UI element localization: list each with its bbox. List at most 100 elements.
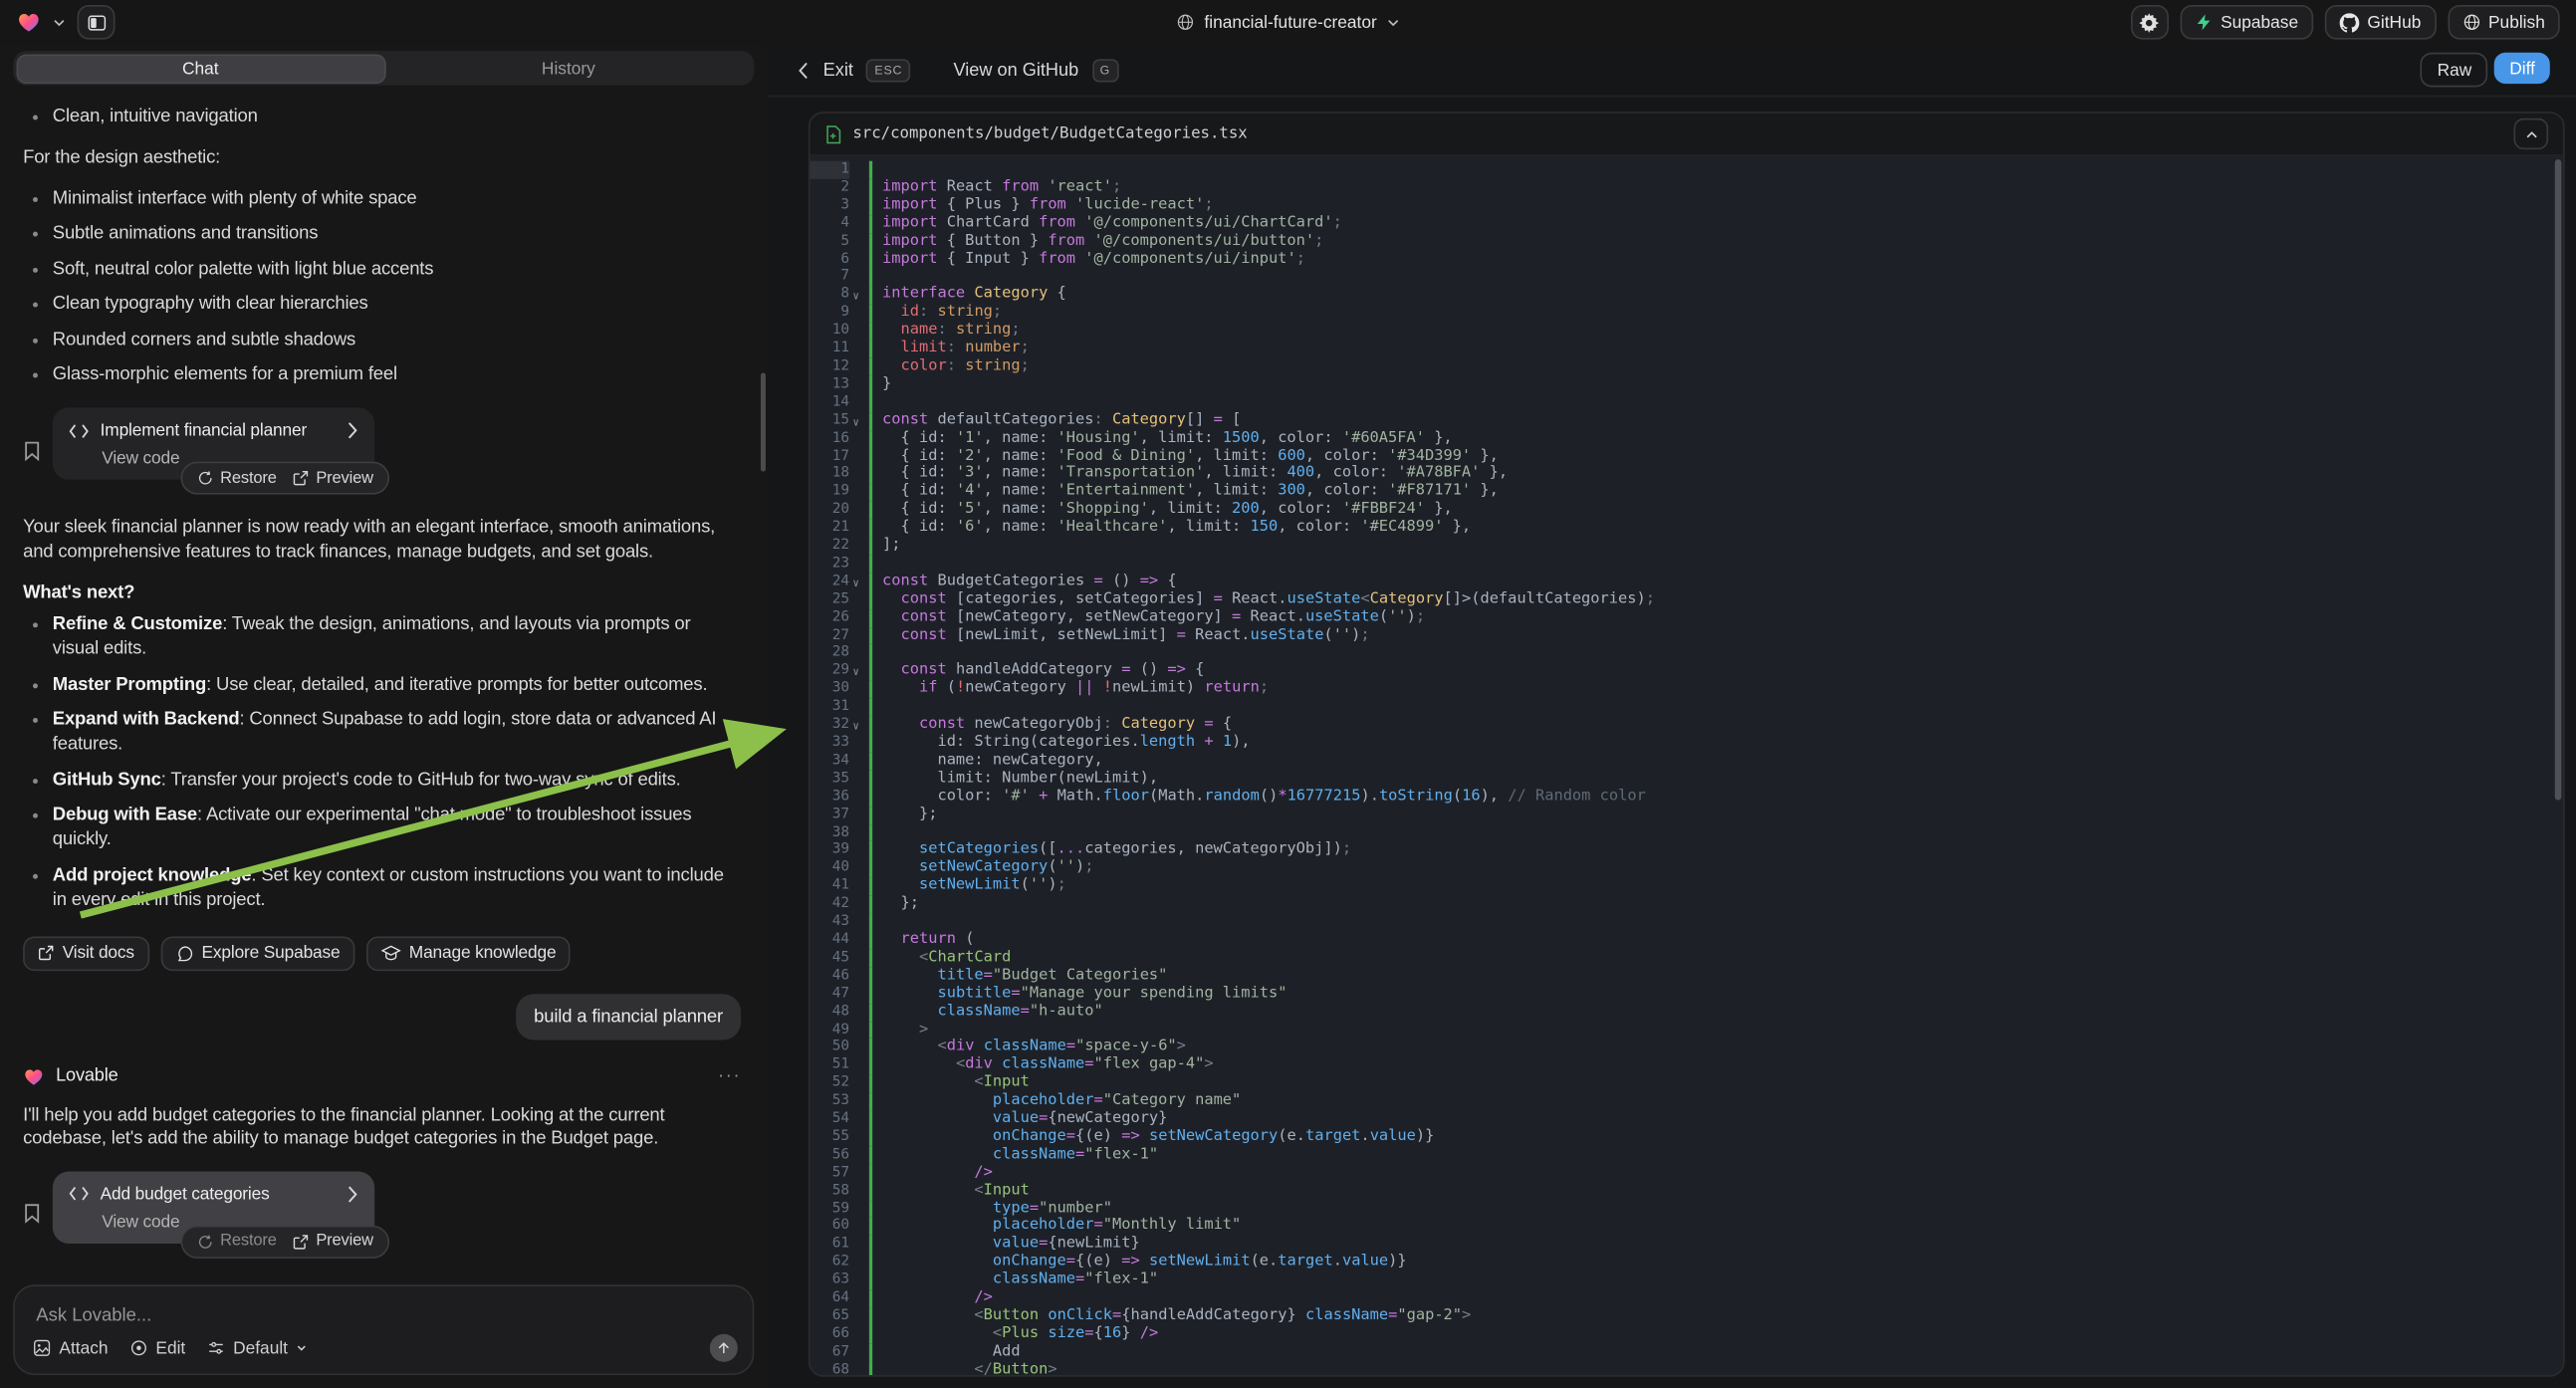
fold-chevron-icon[interactable]: ∨	[852, 718, 858, 736]
code-text: { id: '2', name: 'Food & Dining', limit:…	[872, 448, 1499, 466]
code-text: <Input	[872, 1182, 1030, 1200]
chip-label: Explore Supabase	[202, 943, 341, 963]
code-text: import { Input } from '@/components/ui/i…	[872, 251, 1305, 269]
code-text	[872, 699, 882, 717]
github-button[interactable]: GitHub	[2325, 5, 2437, 40]
code-text: <Button onClick={handleAddCategory} clas…	[872, 1307, 1471, 1325]
line-number: 13	[810, 376, 849, 394]
list-item: Debug with Ease: Activate our experiment…	[23, 804, 741, 853]
list-item: Glass-morphic elements for a premium fee…	[23, 363, 741, 388]
publish-button[interactable]: Publish	[2448, 5, 2560, 40]
code-text: const handleAddCategory = () => {	[872, 663, 1204, 681]
code-text: name: string;	[872, 323, 1021, 341]
code-card-block: Add budget categoriesView codeRestorePre…	[23, 1171, 741, 1244]
code-panel: Exit esc View on GitHub G Raw Diff src/c…	[768, 45, 2576, 1388]
file-header[interactable]: src/components/budget/BudgetCategories.t…	[810, 114, 2563, 156]
line-number: 49	[810, 1021, 849, 1039]
code-text: const defaultCategories: Category[] = [	[872, 412, 1241, 430]
code-text: limit: Number(newLimit),	[872, 771, 1158, 789]
code-line: 49 >	[810, 1021, 2563, 1039]
code-text: setNewLimit('');	[872, 878, 1066, 896]
restore-button[interactable]: Restore	[197, 1233, 277, 1251]
toggle-sidebar-button[interactable]	[78, 5, 116, 40]
chevron-left-icon[interactable]	[797, 62, 810, 79]
project-selector[interactable]: financial-future-creator	[1176, 0, 1399, 45]
code-line: 44 return (	[810, 931, 2563, 949]
list-item: Add project knowledge: Set key context o…	[23, 863, 741, 913]
list-item-text: Refine & Customize: Tweak the design, an…	[53, 612, 741, 662]
bookmark-icon[interactable]	[23, 1184, 41, 1243]
lovable-heart-logo-icon[interactable]	[17, 10, 42, 35]
restore-button[interactable]: Restore	[197, 469, 277, 487]
view-on-github-button[interactable]: View on GitHub	[953, 60, 1078, 80]
diff-toggle-button[interactable]: Diff	[2494, 53, 2549, 84]
publish-globe-icon	[2462, 13, 2480, 31]
line-number: 25	[810, 591, 849, 609]
chip-visit-docs[interactable]: Visit docs	[23, 936, 149, 971]
code-line: 62 onChange={(e) => setNewLimit(e.target…	[810, 1254, 2563, 1272]
exit-button[interactable]: Exit	[823, 60, 853, 80]
code-text: }	[872, 376, 891, 394]
supabase-button[interactable]: Supabase	[2180, 5, 2313, 40]
line-number: 54	[810, 1110, 849, 1128]
target-edit-icon	[129, 1339, 147, 1357]
code-line: 12 color: string;	[810, 358, 2563, 376]
line-number: 68	[810, 1361, 849, 1375]
bullet-dot-icon	[33, 196, 38, 201]
message-menu-button[interactable]: ···	[718, 1066, 741, 1086]
code-change-card[interactable]: Add budget categoriesView codeRestorePre…	[53, 1171, 374, 1244]
edit-button[interactable]: Edit	[129, 1338, 185, 1358]
send-button[interactable]	[710, 1334, 738, 1362]
code-line: 34 name: newCategory,	[810, 753, 2563, 771]
settings-button[interactable]	[2130, 5, 2168, 40]
code-change-card[interactable]: Implement financial plannerView codeRest…	[53, 407, 374, 480]
code-text: Add	[872, 1343, 1020, 1361]
github-label: GitHub	[2367, 12, 2421, 32]
code-line: 22];	[810, 538, 2563, 556]
fold-chevron-icon[interactable]: ∨	[852, 288, 858, 306]
chat-input[interactable]	[33, 1304, 533, 1327]
line-number: 55	[810, 1128, 849, 1146]
line-number: 34	[810, 753, 849, 771]
attach-button[interactable]: Attach	[33, 1338, 109, 1358]
code-text	[872, 914, 882, 932]
chevron-down-icon[interactable]	[53, 16, 66, 29]
code-scrollbar[interactable]	[2555, 159, 2562, 801]
preview-button[interactable]: Preview	[293, 469, 373, 487]
line-number: 57	[810, 1164, 849, 1182]
chip-label: Visit docs	[63, 943, 134, 963]
fold-chevron-icon[interactable]: ∨	[852, 413, 858, 431]
preview-button[interactable]: Preview	[293, 1233, 373, 1251]
tab-chat[interactable]: Chat	[16, 54, 385, 84]
fold-chevron-icon[interactable]: ∨	[852, 664, 858, 682]
mode-selector[interactable]: Default	[207, 1338, 308, 1358]
chat-paragraph: Your sleek financial planner is now read…	[23, 516, 741, 564]
code-line: 2import React from 'react';	[810, 179, 2563, 197]
esc-kbd-badge: esc	[866, 59, 910, 82]
list-item-text: Clean typography with clear hierarchies	[53, 293, 368, 318]
restore-preview-pill: Restore Preview	[181, 462, 390, 495]
code-line: 16 { id: '1', name: 'Housing', limit: 15…	[810, 430, 2563, 448]
line-number: 58	[810, 1182, 849, 1200]
code-line: 26 const [newCategory, setNewCategory] =…	[810, 609, 2563, 627]
raw-toggle-button[interactable]: Raw	[2421, 53, 2488, 88]
chat-scrollbar[interactable]	[761, 373, 766, 472]
code-text: import ChartCard from '@/components/ui/C…	[872, 215, 1342, 233]
bookmark-icon[interactable]	[23, 420, 41, 479]
chip-explore-supabase[interactable]: Explore Supabase	[160, 936, 354, 971]
code-line: 7	[810, 269, 2563, 287]
code-card-block: Implement financial plannerView codeRest…	[23, 407, 741, 480]
chat-history-tabs: ChatHistory	[13, 51, 754, 86]
line-number: 62	[810, 1254, 849, 1272]
code-line: 3import { Plus } from 'lucide-react';	[810, 197, 2563, 215]
fold-chevron-icon[interactable]: ∨	[852, 575, 858, 592]
edit-label: Edit	[155, 1338, 185, 1358]
chip-manage-knowledge[interactable]: Manage knowledge	[366, 936, 571, 971]
tab-history[interactable]: History	[385, 54, 752, 84]
line-number: 8∨	[810, 287, 849, 305]
code-line: 10 name: string;	[810, 323, 2563, 341]
chat-paragraph: I'll help you add budget categories to t…	[23, 1103, 741, 1151]
bullet-dot-icon	[33, 303, 38, 308]
collapse-file-button[interactable]	[2514, 118, 2549, 149]
line-number: 11	[810, 341, 849, 358]
